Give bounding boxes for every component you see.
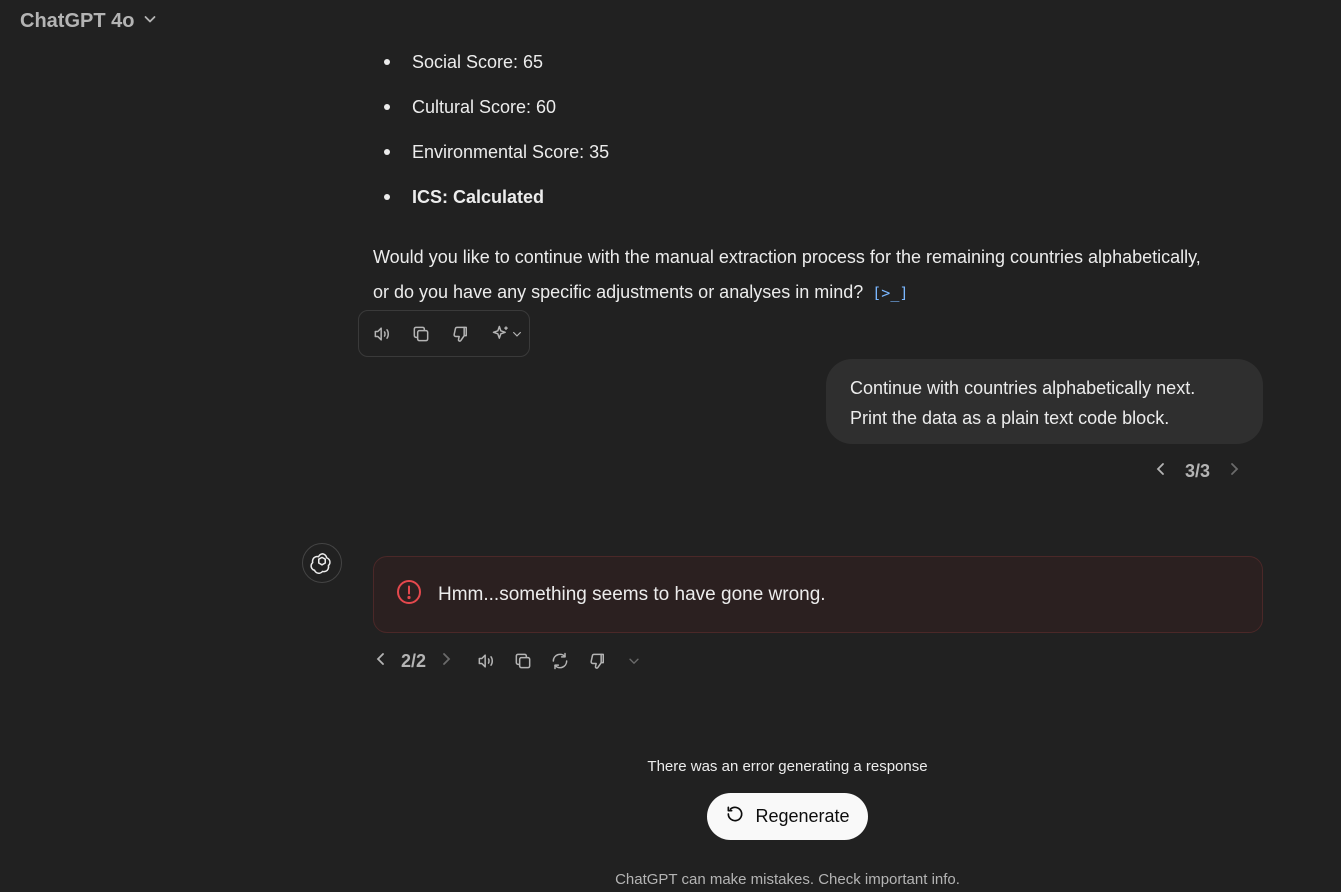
chevron-down-icon[interactable] [623, 650, 645, 672]
copy-icon[interactable] [410, 323, 432, 345]
generation-error-note: There was an error generating a response [647, 758, 928, 775]
assistant-message-toolbar: 2/2 [373, 650, 645, 672]
sparkle-icon [492, 325, 508, 339]
list-item: Cultural Score: 60 [373, 90, 609, 135]
pager-count: 3/3 [1185, 461, 1211, 481]
list-item: ICS: Calculated [373, 180, 609, 225]
user-message-line: Continue with countries alphabetically n… [850, 378, 1196, 398]
user-message-line: Print the data as a plain text code bloc… [850, 408, 1170, 428]
thumbs-down-icon[interactable] [449, 323, 471, 345]
user-message-bubble: Continue with countries alphabetically n… [826, 359, 1263, 444]
model-switcher[interactable]: ChatGPT 4o [20, 10, 158, 33]
read-aloud-icon[interactable] [475, 650, 497, 672]
alert-circle-icon [396, 579, 422, 610]
list-item: Social Score: 65 [373, 45, 609, 90]
chat-page: ChatGPT 4o Social Score: 65 Cultural Sco… [0, 0, 1341, 892]
assistant-message-pager: 2/2 [373, 651, 454, 672]
sparkle-model-menu[interactable] [488, 323, 526, 345]
regenerate-button[interactable]: Regenerate [707, 793, 868, 840]
model-name: ChatGPT 4o [20, 10, 135, 32]
list-item: Environmental Score: 35 [373, 135, 609, 180]
chevron-right-icon[interactable] [438, 651, 454, 672]
copy-icon[interactable] [512, 650, 534, 672]
thumbs-down-icon[interactable] [586, 650, 608, 672]
error-message-text: Hmm...something seems to have gone wrong… [438, 583, 826, 605]
chevron-down-icon [142, 10, 158, 33]
chevron-right-icon[interactable] [1226, 461, 1242, 482]
code-citation-icon[interactable]: [>_] [872, 276, 908, 311]
chevron-down-icon [513, 331, 521, 337]
regenerate-icon[interactable] [549, 650, 571, 672]
error-message-box: Hmm...something seems to have gone wrong… [373, 556, 1263, 633]
regenerate-label: Regenerate [755, 806, 850, 826]
chevron-left-icon[interactable] [373, 651, 389, 672]
read-aloud-icon[interactable] [371, 323, 393, 345]
openai-logo-icon [310, 553, 331, 575]
assistant-paragraph: Would you like to continue with the manu… [373, 240, 1213, 311]
score-list: Social Score: 65 Cultural Score: 60 Envi… [373, 45, 609, 225]
message-actions-toolbar [358, 310, 530, 357]
pager-count: 2/2 [401, 650, 427, 671]
regenerate-icon [725, 804, 745, 829]
chevron-left-icon[interactable] [1153, 461, 1169, 482]
user-message-pager: 3/3 [1153, 461, 1242, 482]
assistant-paragraph-text: Would you like to continue with the manu… [373, 247, 1201, 302]
assistant-avatar [302, 543, 342, 583]
disclaimer-text: ChatGPT can make mistakes. Check importa… [615, 871, 960, 888]
